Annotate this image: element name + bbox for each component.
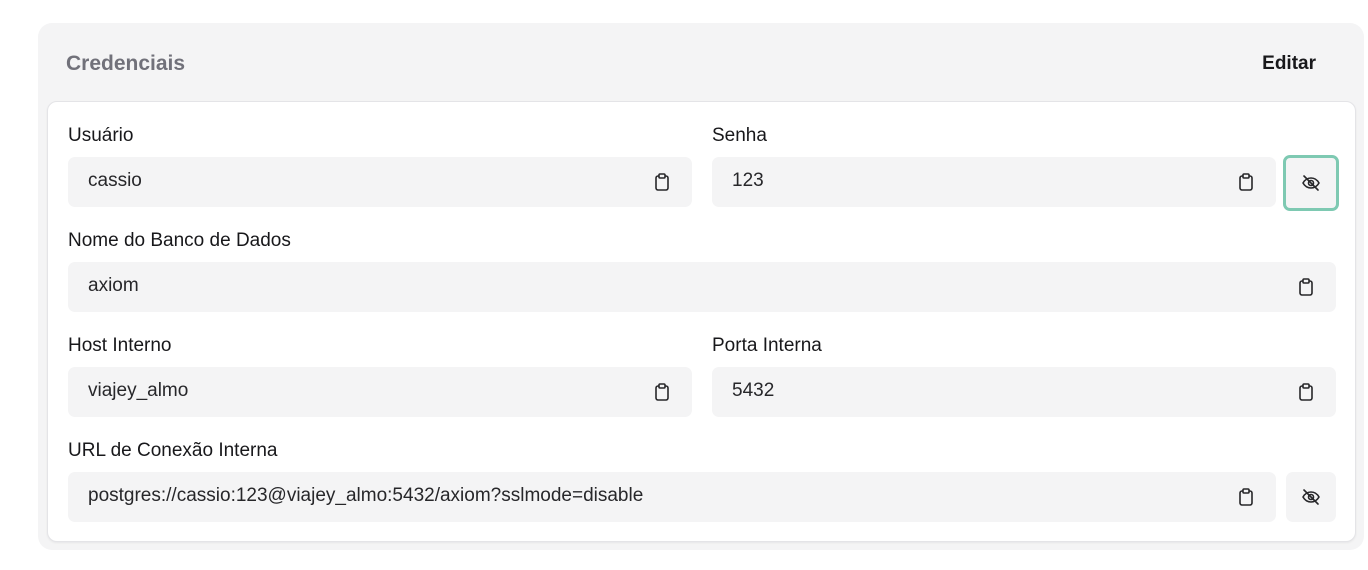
edit-button[interactable]: Editar <box>1262 53 1316 75</box>
host-field-group: Host Interno viajey_almo <box>68 335 692 417</box>
host-label: Host Interno <box>68 335 172 356</box>
database-field[interactable]: axiom <box>68 262 1336 312</box>
toggle-url-visibility-button[interactable] <box>1286 472 1336 522</box>
port-value: 5432 <box>732 380 775 401</box>
user-label: Usuário <box>68 125 134 146</box>
clipboard-icon[interactable] <box>1238 488 1254 506</box>
eye-off-icon <box>1302 489 1320 505</box>
database-value: axiom <box>88 275 139 296</box>
user-value: cassio <box>88 170 142 191</box>
clipboard-icon[interactable] <box>654 173 670 191</box>
eye-off-icon <box>1302 175 1320 191</box>
port-label: Porta Interna <box>712 335 822 356</box>
database-field-group: Nome do Banco de Dados axiom <box>68 230 1336 312</box>
credentials-panel: Usuário cassio Senha 123 Nome do Banco d… <box>47 101 1356 542</box>
host-value: viajey_almo <box>88 380 189 401</box>
user-field-group: Usuário cassio <box>68 125 692 207</box>
clipboard-icon[interactable] <box>654 383 670 401</box>
password-value: 123 <box>732 170 764 191</box>
clipboard-icon[interactable] <box>1298 278 1314 296</box>
url-field[interactable]: postgres://cassio:123@viajey_almo:5432/a… <box>68 472 1276 522</box>
port-field-group: Porta Interna 5432 <box>712 335 1336 417</box>
password-field[interactable]: 123 <box>712 157 1276 207</box>
url-label: URL de Conexão Interna <box>68 440 278 461</box>
password-label: Senha <box>712 125 767 146</box>
user-field[interactable]: cassio <box>68 157 692 207</box>
credentials-card: Credenciais Editar Usuário cassio Senha … <box>38 23 1364 550</box>
clipboard-icon[interactable] <box>1238 173 1254 191</box>
host-field[interactable]: viajey_almo <box>68 367 692 417</box>
card-title: Credenciais <box>66 52 186 75</box>
toggle-password-visibility-button[interactable] <box>1283 155 1339 211</box>
url-value: postgres://cassio:123@viajey_almo:5432/a… <box>88 485 644 506</box>
password-field-group: Senha 123 <box>712 125 1276 207</box>
port-field[interactable]: 5432 <box>712 367 1336 417</box>
database-label: Nome do Banco de Dados <box>68 230 291 251</box>
clipboard-icon[interactable] <box>1298 383 1314 401</box>
url-field-group: URL de Conexão Interna postgres://cassio… <box>68 440 1276 522</box>
